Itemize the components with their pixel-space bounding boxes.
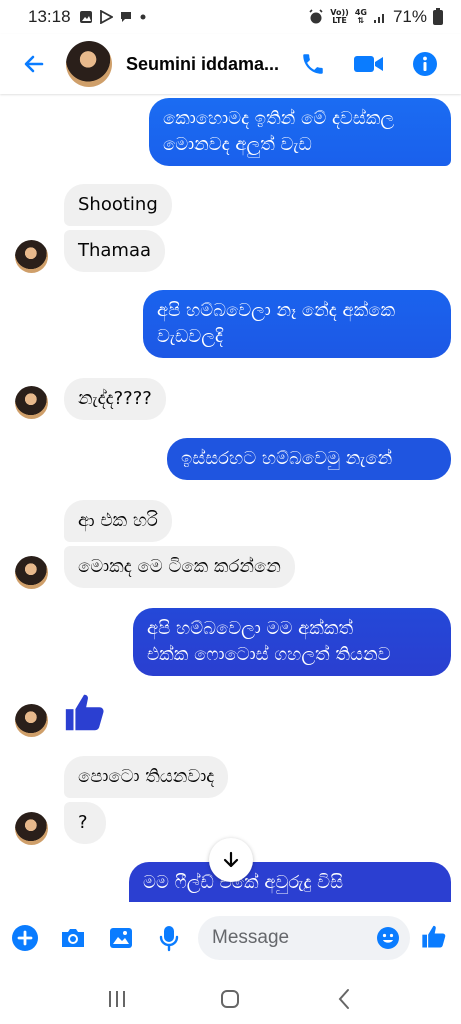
- message-line: මම ෆීල්ඩ් එකේ අවුරුදු විසි: [143, 872, 344, 893]
- dot-icon: [140, 14, 146, 20]
- sender-avatar[interactable]: [15, 812, 48, 845]
- incoming-message[interactable]: Thamaa: [64, 230, 166, 272]
- recent-apps-button[interactable]: [97, 984, 137, 1014]
- outgoing-message[interactable]: මම ෆීල්ඩ් එකේ අවුරුදු විසි: [129, 862, 451, 902]
- gallery-button[interactable]: [106, 923, 136, 953]
- call-button[interactable]: [297, 48, 329, 80]
- sender-avatar[interactable]: [15, 556, 48, 589]
- battery-percent: 71%: [392, 7, 427, 26]
- chat-header: Seumini iddama...: [0, 34, 461, 94]
- scroll-to-bottom-button[interactable]: [209, 838, 253, 882]
- send-like-button[interactable]: [420, 923, 450, 953]
- info-button[interactable]: [409, 48, 441, 80]
- outgoing-message[interactable]: ඉස්සරහට හම්බවෙමු නැනේ: [167, 438, 451, 480]
- contact-avatar[interactable]: [66, 41, 112, 87]
- composer: Message: [0, 902, 461, 974]
- signal-icon: [373, 14, 384, 23]
- microphone-icon: [159, 926, 179, 952]
- emoji-icon[interactable]: [376, 926, 400, 950]
- more-actions-button[interactable]: [10, 923, 40, 953]
- message-line: Shooting: [78, 194, 158, 215]
- back-arrow-icon: [24, 55, 44, 73]
- video-camera-icon: [354, 56, 383, 72]
- thumbs-up-icon: [422, 925, 446, 948]
- back-nav-icon: [338, 989, 350, 1009]
- status-bar: 13:18 Vo)) LTE 4G ⇅ 71%: [0, 0, 461, 34]
- message-line: එක්ක ෆොටොස් ගහලත් තියනව: [147, 644, 391, 665]
- message-line: Thamaa: [78, 240, 152, 261]
- incoming-message[interactable]: ආ එක හරි: [64, 500, 172, 542]
- incoming-message[interactable]: මොකද මෙ ටිකෙ කරන්නෙ: [64, 546, 295, 588]
- back-button[interactable]: [16, 46, 52, 82]
- back-nav-button[interactable]: [324, 984, 364, 1014]
- play-icon: [99, 10, 113, 24]
- sender-avatar[interactable]: [15, 240, 48, 273]
- gallery-icon: [79, 11, 92, 23]
- incoming-message[interactable]: Shooting: [64, 184, 172, 226]
- camera-icon: [62, 929, 84, 947]
- message-line: ආ එක හරි: [78, 510, 158, 531]
- message-line: මොකද මෙ ටිකෙ කරන්නෙ: [78, 556, 281, 577]
- message-line: අපි හම්බවෙලා මම අක්කත්: [147, 618, 354, 639]
- sender-avatar[interactable]: [15, 386, 48, 419]
- sender-avatar[interactable]: [15, 704, 48, 737]
- message-line: වැඩවලදි: [157, 326, 223, 347]
- info-icon: [413, 52, 437, 76]
- outgoing-message[interactable]: අපි හම්බවෙලා මම අක්කත් එක්ක ෆොටොස් ගහලත්…: [133, 608, 451, 676]
- recent-apps-icon: [108, 991, 125, 1007]
- message-line: නැද්ද????: [78, 388, 152, 409]
- battery-icon: [433, 7, 443, 25]
- message-list[interactable]: කොහොමද ඉතින් මේ දවස්කල මොනවද අලුත් වැඩ S…: [0, 94, 461, 902]
- incoming-message[interactable]: ?: [64, 802, 106, 844]
- message-placeholder: Message: [212, 927, 290, 948]
- notification-icons: [79, 10, 147, 24]
- message-input[interactable]: Message: [198, 916, 410, 960]
- chat-bubble-icon: [120, 12, 131, 22]
- message-line: ඉස්සරහට හම්බවෙමු නැනේ: [181, 448, 393, 469]
- message-line: පොටො තියනවාද: [78, 766, 215, 787]
- message-line: මොනවද අලුත් වැඩ: [163, 134, 312, 155]
- status-time: 13:18: [28, 7, 71, 26]
- home-button[interactable]: [210, 984, 250, 1014]
- alarm-icon: [309, 9, 323, 24]
- outgoing-message[interactable]: අපි හම්බවෙලා නෑ නේද අක්කෙ වැඩවලදි: [143, 290, 451, 358]
- phone-icon: [303, 54, 323, 74]
- incoming-message[interactable]: නැද්ද????: [64, 378, 166, 420]
- voice-button[interactable]: [154, 923, 184, 953]
- thumbs-up-icon: [65, 694, 104, 731]
- home-icon: [221, 990, 240, 1008]
- status-right: Vo)) LTE 4G ⇅ 71%: [308, 7, 443, 27]
- camera-button[interactable]: [58, 923, 88, 953]
- video-call-button[interactable]: [353, 48, 385, 80]
- arrow-down-icon: [223, 851, 239, 868]
- outgoing-message[interactable]: කොහොමද ඉතින් මේ දවස්කල මොනවද අලුත් වැඩ: [149, 98, 451, 166]
- system-navigation-bar: [0, 974, 461, 1024]
- message-line: ?: [78, 812, 88, 833]
- network-label: Vo)) LTE: [330, 9, 349, 25]
- image-icon: [110, 928, 132, 948]
- message-line: අපි හම්බවෙලා නෑ නේද අක්කෙ: [157, 300, 396, 321]
- network-bottom: LTE: [332, 16, 347, 25]
- message-line: කොහොමද ඉතින් මේ දවස්කල: [163, 108, 395, 129]
- like-message[interactable]: [62, 690, 108, 736]
- plus-icon: [12, 925, 38, 951]
- header-actions: [297, 48, 441, 80]
- network-gen: 4G ⇅: [354, 8, 367, 25]
- incoming-message[interactable]: පොටො තියනවාද: [64, 756, 229, 798]
- contact-name[interactable]: Seumini iddama...: [126, 54, 286, 75]
